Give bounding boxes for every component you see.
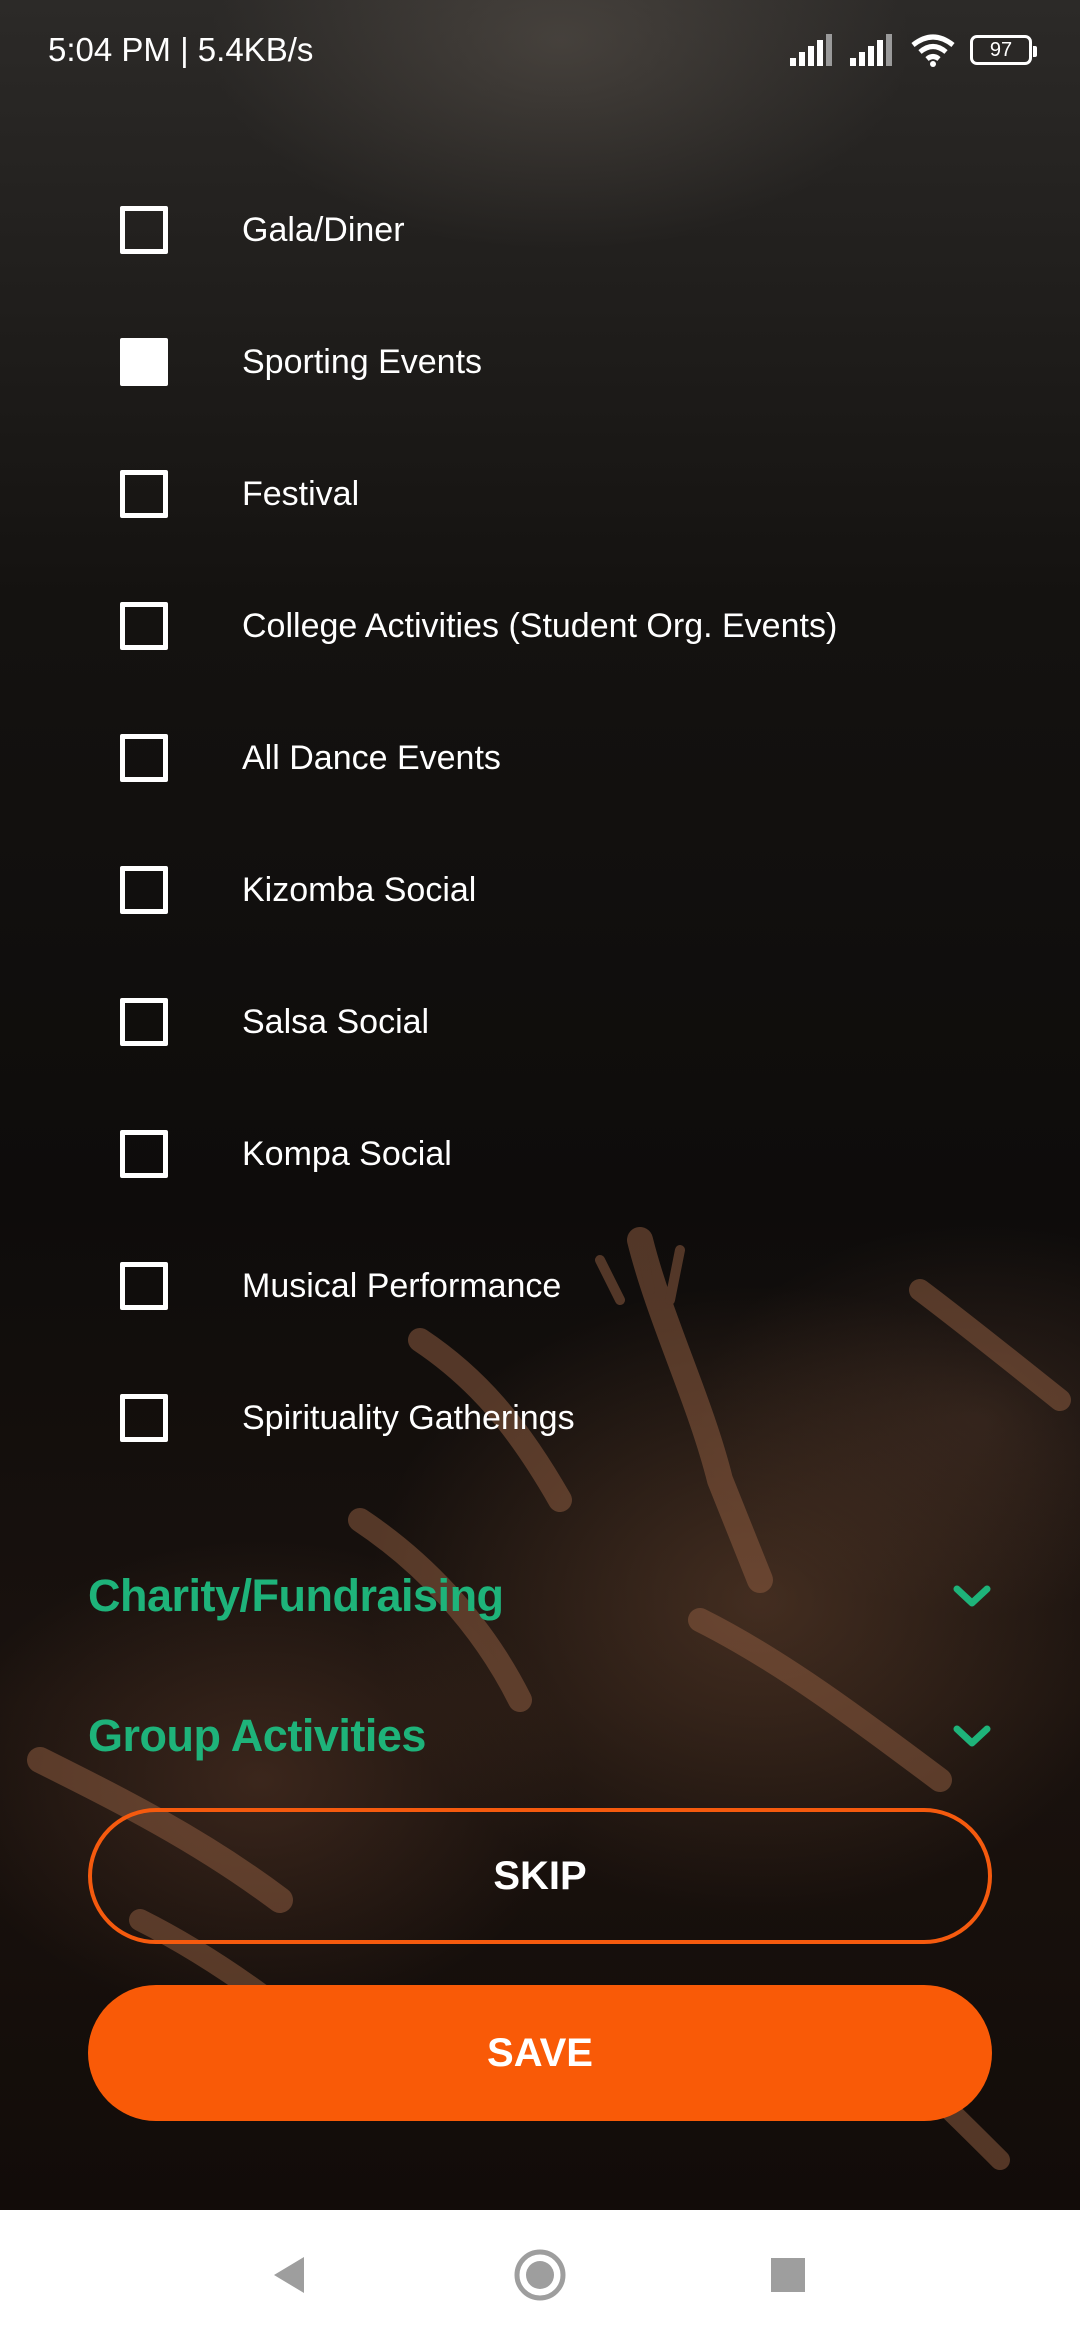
option-musical-performance[interactable]: Musical Performance <box>0 1220 1080 1352</box>
option-kompa-social[interactable]: Kompa Social <box>0 1088 1080 1220</box>
status-icons: 97 <box>790 33 1037 67</box>
recents-button[interactable] <box>728 2210 848 2340</box>
back-button[interactable] <box>230 2210 350 2340</box>
checkbox[interactable] <box>120 998 168 1046</box>
option-college-activities[interactable]: College Activities (Student Org. Events) <box>0 560 1080 692</box>
checkbox[interactable] <box>120 1262 168 1310</box>
option-label: Kompa Social <box>242 1134 452 1173</box>
status-bar: 5:04 PM | 5.4KB/s 97 <box>0 0 1080 100</box>
option-label: Gala/Diner <box>242 210 405 249</box>
checkbox[interactable] <box>120 1130 168 1178</box>
option-label: Kizomba Social <box>242 870 477 909</box>
section-title: Group Activities <box>88 1710 426 1761</box>
recents-icon <box>771 2258 805 2292</box>
checkbox[interactable] <box>120 866 168 914</box>
checkbox[interactable] <box>120 734 168 782</box>
signal-icon <box>790 34 832 66</box>
option-all-dance-events[interactable]: All Dance Events <box>0 692 1080 824</box>
home-icon <box>514 2249 566 2301</box>
save-button[interactable]: SAVE <box>88 1985 992 2121</box>
option-label: Spirituality Gatherings <box>242 1398 575 1437</box>
option-label: Sporting Events <box>242 342 483 381</box>
checkbox[interactable] <box>120 602 168 650</box>
checkbox[interactable] <box>120 1394 168 1442</box>
option-label: Musical Performance <box>242 1266 562 1305</box>
section-title: Charity/Fundraising <box>88 1570 504 1621</box>
section-charity-fundraising[interactable]: Charity/Fundraising <box>88 1556 992 1636</box>
battery-icon: 97 <box>970 35 1037 65</box>
section-group-activities[interactable]: Group Activities <box>88 1696 992 1776</box>
option-label: Salsa Social <box>242 1002 430 1041</box>
status-time: 5:04 PM | 5.4KB/s <box>48 31 314 68</box>
skip-button[interactable]: SKIP <box>88 1808 992 1944</box>
option-kizomba-social[interactable]: Kizomba Social <box>0 824 1080 956</box>
option-label: All Dance Events <box>242 738 501 777</box>
chevron-down-icon[interactable] <box>952 1583 992 1609</box>
wifi-icon <box>911 34 955 67</box>
event-type-list: Gala/Diner Sporting Events Festival Coll… <box>0 164 1080 1484</box>
checkbox[interactable] <box>120 338 168 386</box>
option-sporting-events[interactable]: Sporting Events <box>0 296 1080 428</box>
navigation-bar <box>0 2210 1080 2340</box>
back-icon <box>274 2257 304 2293</box>
home-button[interactable] <box>480 2210 600 2340</box>
battery-level: 97 <box>989 38 1013 61</box>
option-festival[interactable]: Festival <box>0 428 1080 560</box>
checkbox[interactable] <box>120 206 168 254</box>
signal-icon <box>850 34 892 66</box>
option-spirituality-gatherings[interactable]: Spirituality Gatherings <box>0 1352 1080 1484</box>
option-salsa-social[interactable]: Salsa Social <box>0 956 1080 1088</box>
option-label: Festival <box>242 474 360 513</box>
option-label: College Activities (Student Org. Events) <box>242 606 838 645</box>
option-gala-diner[interactable]: Gala/Diner <box>0 164 1080 296</box>
chevron-down-icon[interactable] <box>952 1723 992 1749</box>
checkbox[interactable] <box>120 470 168 518</box>
